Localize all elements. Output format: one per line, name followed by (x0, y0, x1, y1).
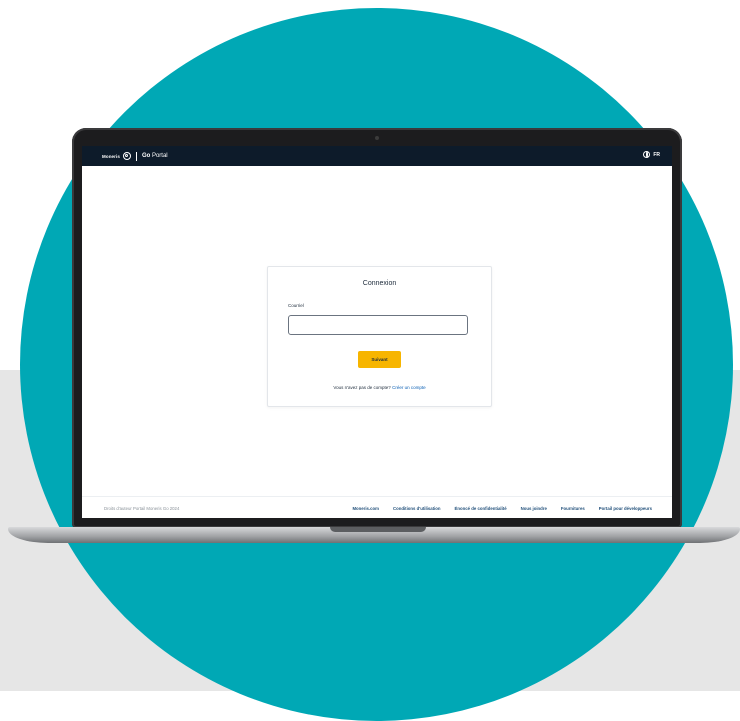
footer-link-privacy[interactable]: Énoncé de confidentialité (455, 506, 507, 511)
footer-links: Moneris.com Conditions d'utilisation Éno… (352, 506, 652, 511)
footer-link-supplies[interactable]: Fournitures (561, 506, 585, 511)
app-header: Moneris Go Portal FR (82, 146, 672, 166)
footer-link-moneris[interactable]: Moneris.com (352, 506, 379, 511)
footer-link-contact[interactable]: Nous joindre (521, 506, 547, 511)
no-account-text: Vous n'avez pas de compte? (333, 385, 391, 390)
laptop-lid: Moneris Go Portal FR Connexion Courriel … (72, 128, 682, 528)
globe-icon (643, 151, 651, 158)
language-label: FR (653, 151, 660, 158)
page-footer: Droits d'auteur Portail Moneris Go 2024 … (82, 496, 672, 518)
next-button[interactable]: Suivant (358, 351, 401, 368)
brand-logo[interactable]: Moneris Go Portal (102, 151, 168, 161)
laptop-notch (330, 527, 426, 532)
language-switcher[interactable]: FR (643, 151, 660, 158)
product-prefix: Go (141, 153, 151, 159)
brand-divider (135, 151, 137, 161)
signup-prompt: Vous n'avez pas de compte? Créer un comp… (268, 385, 491, 390)
laptop-screen: Moneris Go Portal FR Connexion Courriel … (82, 146, 672, 518)
product-name: Go Portal (142, 153, 168, 159)
camera-icon (375, 136, 379, 140)
footer-link-developers[interactable]: Portail pour développeurs (599, 506, 652, 511)
footer-link-terms[interactable]: Conditions d'utilisation (393, 506, 441, 511)
email-field[interactable] (288, 315, 468, 335)
copyright-text: Droits d'auteur Portail Moneris Go 2024 (104, 506, 180, 511)
product-suffix: Portal (151, 153, 168, 159)
create-account-link[interactable]: Créer un compte (392, 385, 426, 390)
brand-name: Moneris (102, 153, 120, 159)
login-title: Connexion (362, 280, 397, 287)
email-label: Courriel (288, 303, 304, 308)
login-card: Connexion Courriel Suivant Vous n'avez p… (267, 266, 492, 407)
moneris-logo-icon (122, 152, 131, 160)
